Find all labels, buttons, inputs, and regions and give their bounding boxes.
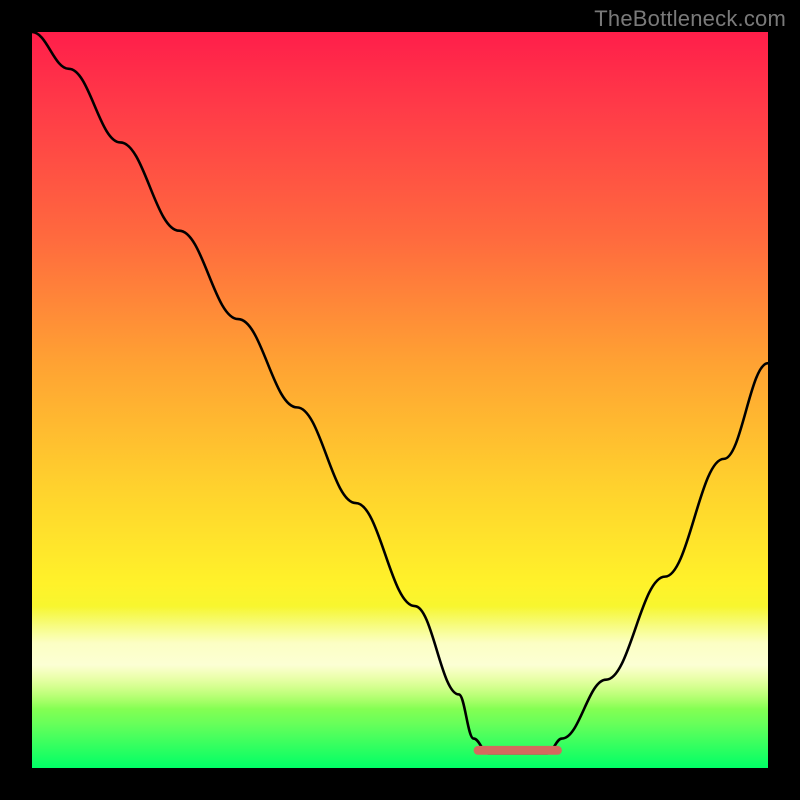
chart-frame: TheBottleneck.com: [0, 0, 800, 800]
curve-layer: [32, 32, 768, 768]
flat-bottom-segment: [474, 746, 562, 755]
watermark-text: TheBottleneck.com: [594, 6, 786, 32]
bottleneck-curve: [32, 32, 768, 753]
plot-area: [32, 32, 768, 768]
